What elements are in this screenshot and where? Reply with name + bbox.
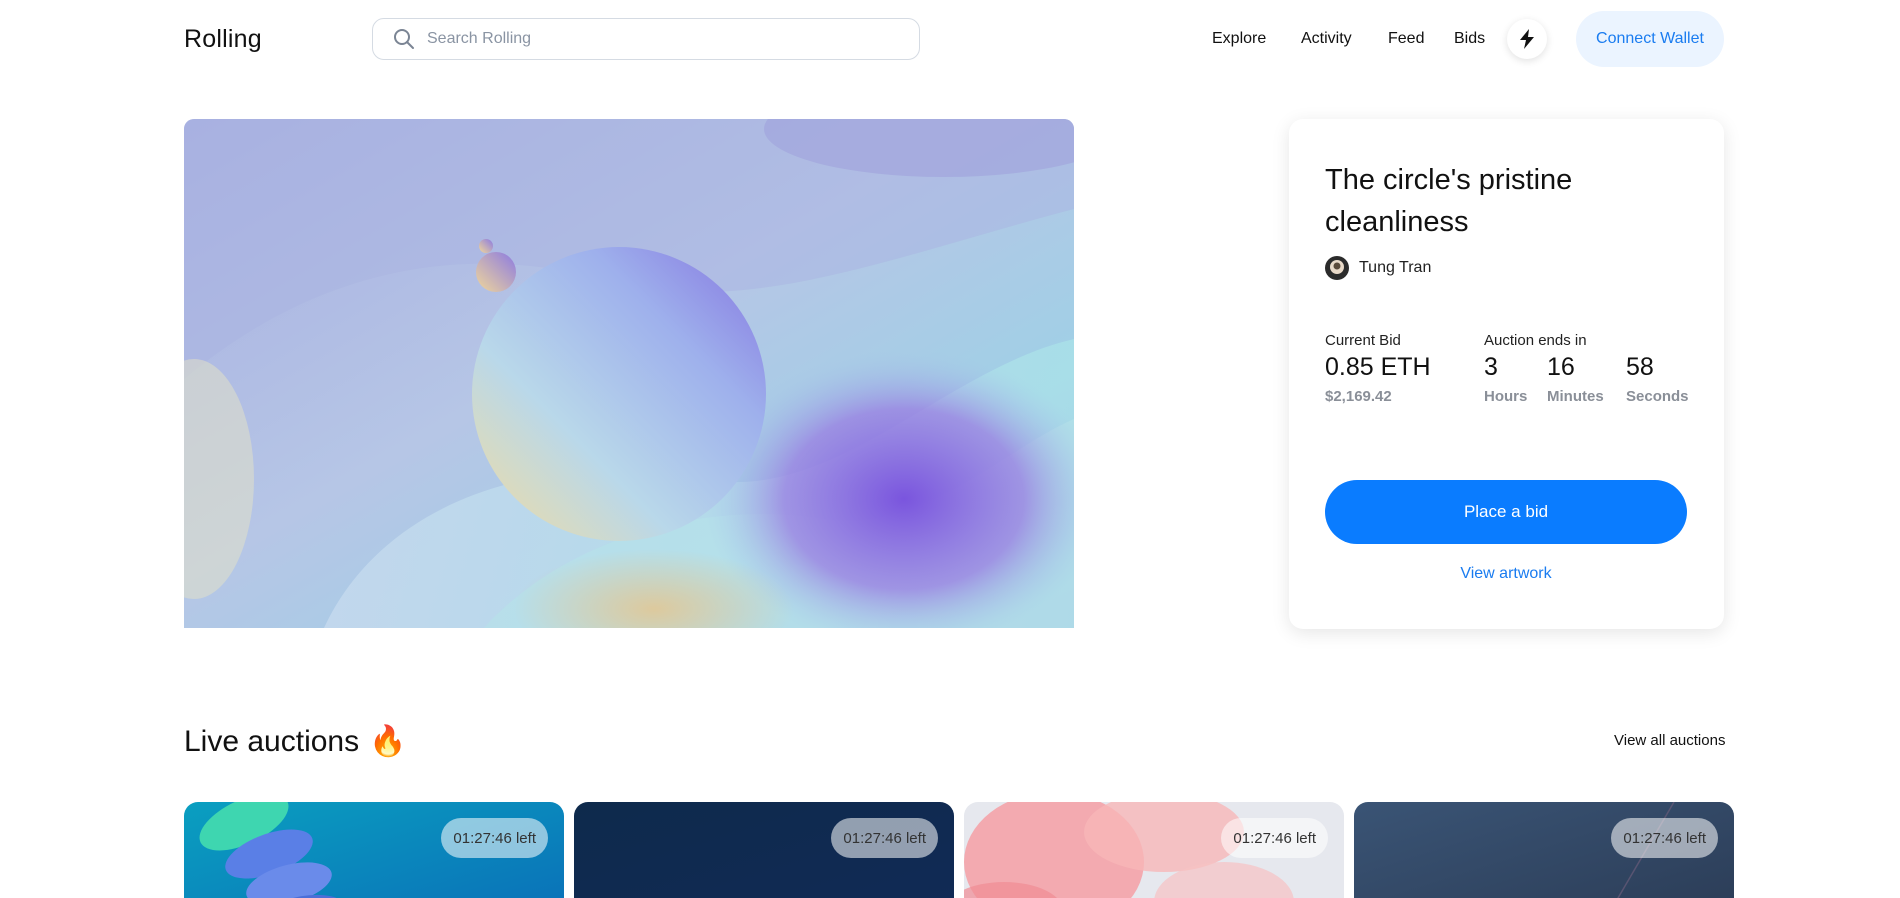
search-bar[interactable] xyxy=(372,18,920,60)
nav-activity[interactable]: Activity xyxy=(1301,30,1352,48)
view-artwork-link[interactable]: View artwork xyxy=(1325,565,1687,583)
logo[interactable]: Rolling xyxy=(184,25,262,54)
artwork-title: The circle's pristine cleanliness xyxy=(1325,164,1573,238)
auction-card[interactable]: 01:27:46 left xyxy=(574,802,954,898)
view-all-auctions-link[interactable]: View all auctions xyxy=(1614,732,1725,749)
search-icon xyxy=(394,29,414,49)
auction-card[interactable]: 01:27:46 left xyxy=(184,802,564,898)
time-left-badge: 01:27:46 left xyxy=(1221,818,1328,858)
top-navbar: Rolling Explore Activity Feed Bids Conne… xyxy=(0,0,1900,80)
countdown-minutes-value: 16 xyxy=(1547,353,1575,381)
current-bid-label: Current Bid xyxy=(1325,332,1401,349)
nav-bids[interactable]: Bids xyxy=(1454,30,1485,48)
connect-wallet-button[interactable]: Connect Wallet xyxy=(1576,11,1724,67)
auction-ends-label: Auction ends in xyxy=(1484,332,1587,349)
artist-link[interactable]: Tung Tran xyxy=(1325,256,1431,280)
live-auctions-title: Live auctions xyxy=(184,724,360,758)
lightning-button[interactable] xyxy=(1507,19,1547,59)
place-bid-button[interactable]: Place a bid xyxy=(1325,480,1687,544)
countdown-minutes-unit: Minutes xyxy=(1547,388,1604,405)
current-bid-eth: 0.85 ETH xyxy=(1325,353,1431,381)
featured-artwork-image[interactable] xyxy=(184,119,1074,628)
time-left-badge: 01:27:46 left xyxy=(831,818,938,858)
artwork-illustration xyxy=(184,119,1074,628)
nav-explore[interactable]: Explore xyxy=(1212,30,1266,48)
avatar xyxy=(1325,256,1349,280)
countdown-seconds-unit: Seconds xyxy=(1626,388,1689,405)
auction-card[interactable]: 01:27:46 left xyxy=(1354,802,1734,898)
artist-name: Tung Tran xyxy=(1359,259,1432,276)
time-left-badge: 01:27:46 left xyxy=(1611,818,1718,858)
time-left-badge: 01:27:46 left xyxy=(441,818,548,858)
fire-icon: 🔥 xyxy=(369,725,407,758)
countdown-hours-unit: Hours xyxy=(1484,388,1528,405)
countdown-hours-value: 3 xyxy=(1484,353,1498,381)
auction-card[interactable]: 01:27:46 left xyxy=(964,802,1344,898)
search-input[interactable] xyxy=(427,30,877,48)
live-auctions-heading: Live auctions 🔥 xyxy=(184,724,406,759)
countdown-seconds-value: 58 xyxy=(1626,353,1654,381)
current-bid-usd: $2,169.42 xyxy=(1325,388,1392,405)
featured-auction-card: The circle's pristine cleanliness Tung T… xyxy=(1289,119,1724,629)
nav-feed[interactable]: Feed xyxy=(1388,30,1424,48)
lightning-icon xyxy=(1520,29,1534,49)
